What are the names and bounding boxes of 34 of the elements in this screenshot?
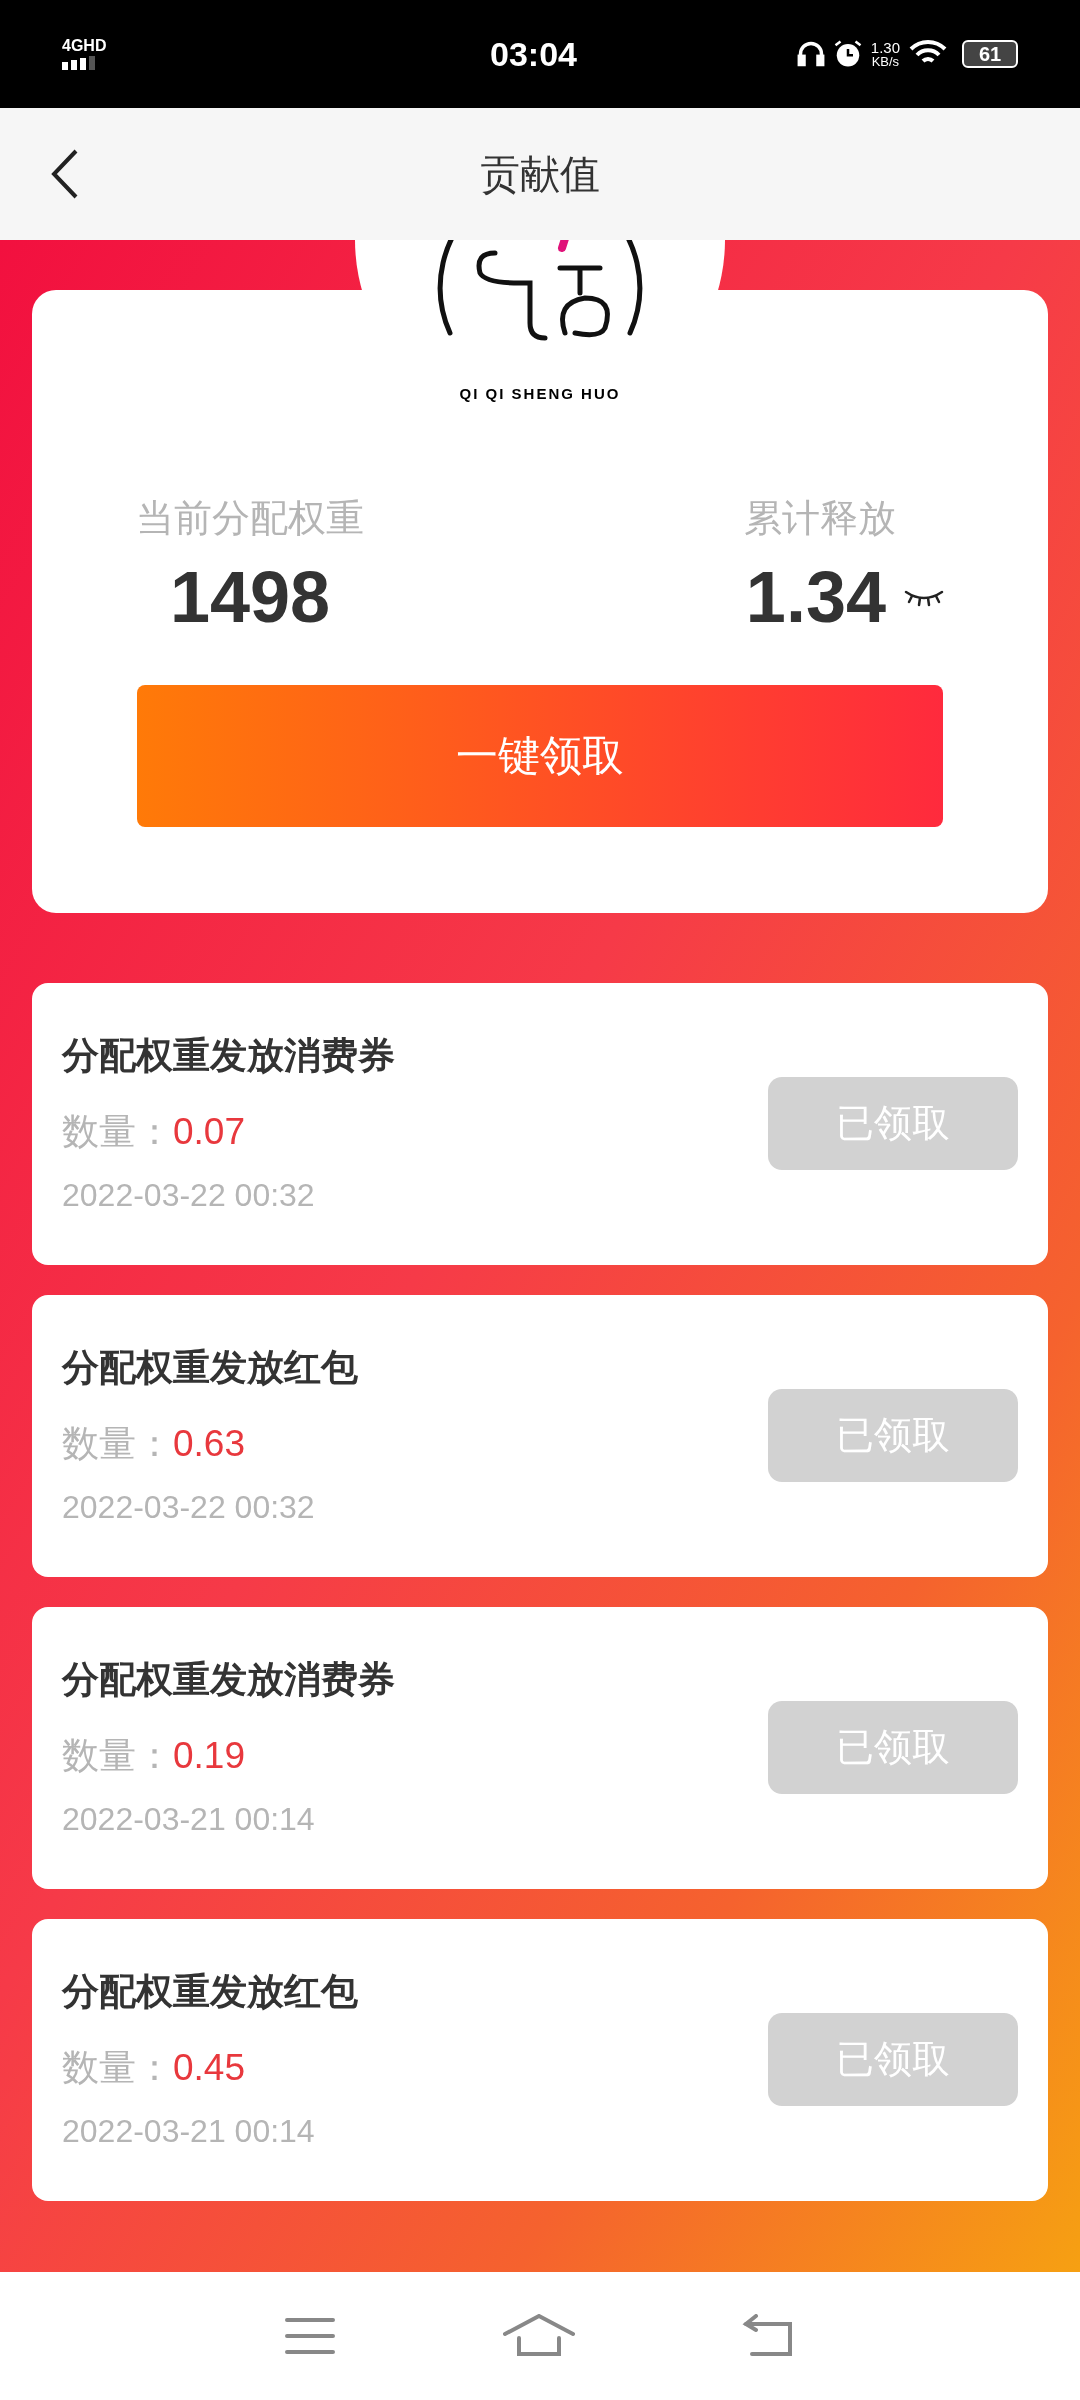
back-icon[interactable] [50, 149, 80, 199]
speed-value: 1.30 [870, 40, 900, 55]
home-icon[interactable] [503, 2314, 575, 2358]
released-label: 累计释放 [743, 496, 896, 541]
page-title: 贡献值 [480, 151, 600, 198]
weight-value: 1498 [169, 556, 331, 639]
amount-label: 数量： [62, 2045, 173, 2090]
signal-icon [62, 56, 98, 70]
network-label: 4GHD [62, 38, 107, 54]
menu-icon[interactable] [283, 2316, 336, 2356]
amount-label: 数量： [62, 1733, 173, 1778]
amount-value: 0.45 [173, 2045, 245, 2090]
amount-label: 数量： [62, 1421, 173, 1466]
amount-value: 0.63 [173, 1421, 245, 1466]
weight-label: 当前分配权重 [136, 496, 364, 541]
record-date: 2022-03-22 00:32 [62, 1176, 316, 1216]
headphones-icon [796, 40, 825, 68]
record-title: 分配权重发放消费券 [62, 1034, 396, 1079]
record-date: 2022-03-22 00:32 [62, 1488, 316, 1528]
released-value: 1.34 [745, 556, 886, 639]
record-date: 2022-03-21 00:14 [62, 1800, 316, 1840]
amount-label: 数量： [62, 1109, 173, 1154]
alarm-icon [832, 39, 863, 69]
record-title: 分配权重发放红包 [62, 1346, 359, 1391]
amount-value: 0.19 [173, 1733, 245, 1778]
record-date: 2022-03-21 00:14 [62, 2112, 316, 2152]
record-title: 分配权重发放消费券 [62, 1658, 396, 1703]
amount-value: 0.07 [173, 1109, 245, 1154]
battery-indicator: 61 [962, 40, 1018, 68]
clock: 03:04 [490, 33, 577, 75]
speed-unit: KB/s [871, 55, 900, 68]
logo-caption: QI QI SHENG HUO [459, 383, 621, 404]
record-title: 分配权重发放红包 [62, 1970, 359, 2015]
claim-all-button[interactable]: 一键领取 [137, 684, 943, 827]
